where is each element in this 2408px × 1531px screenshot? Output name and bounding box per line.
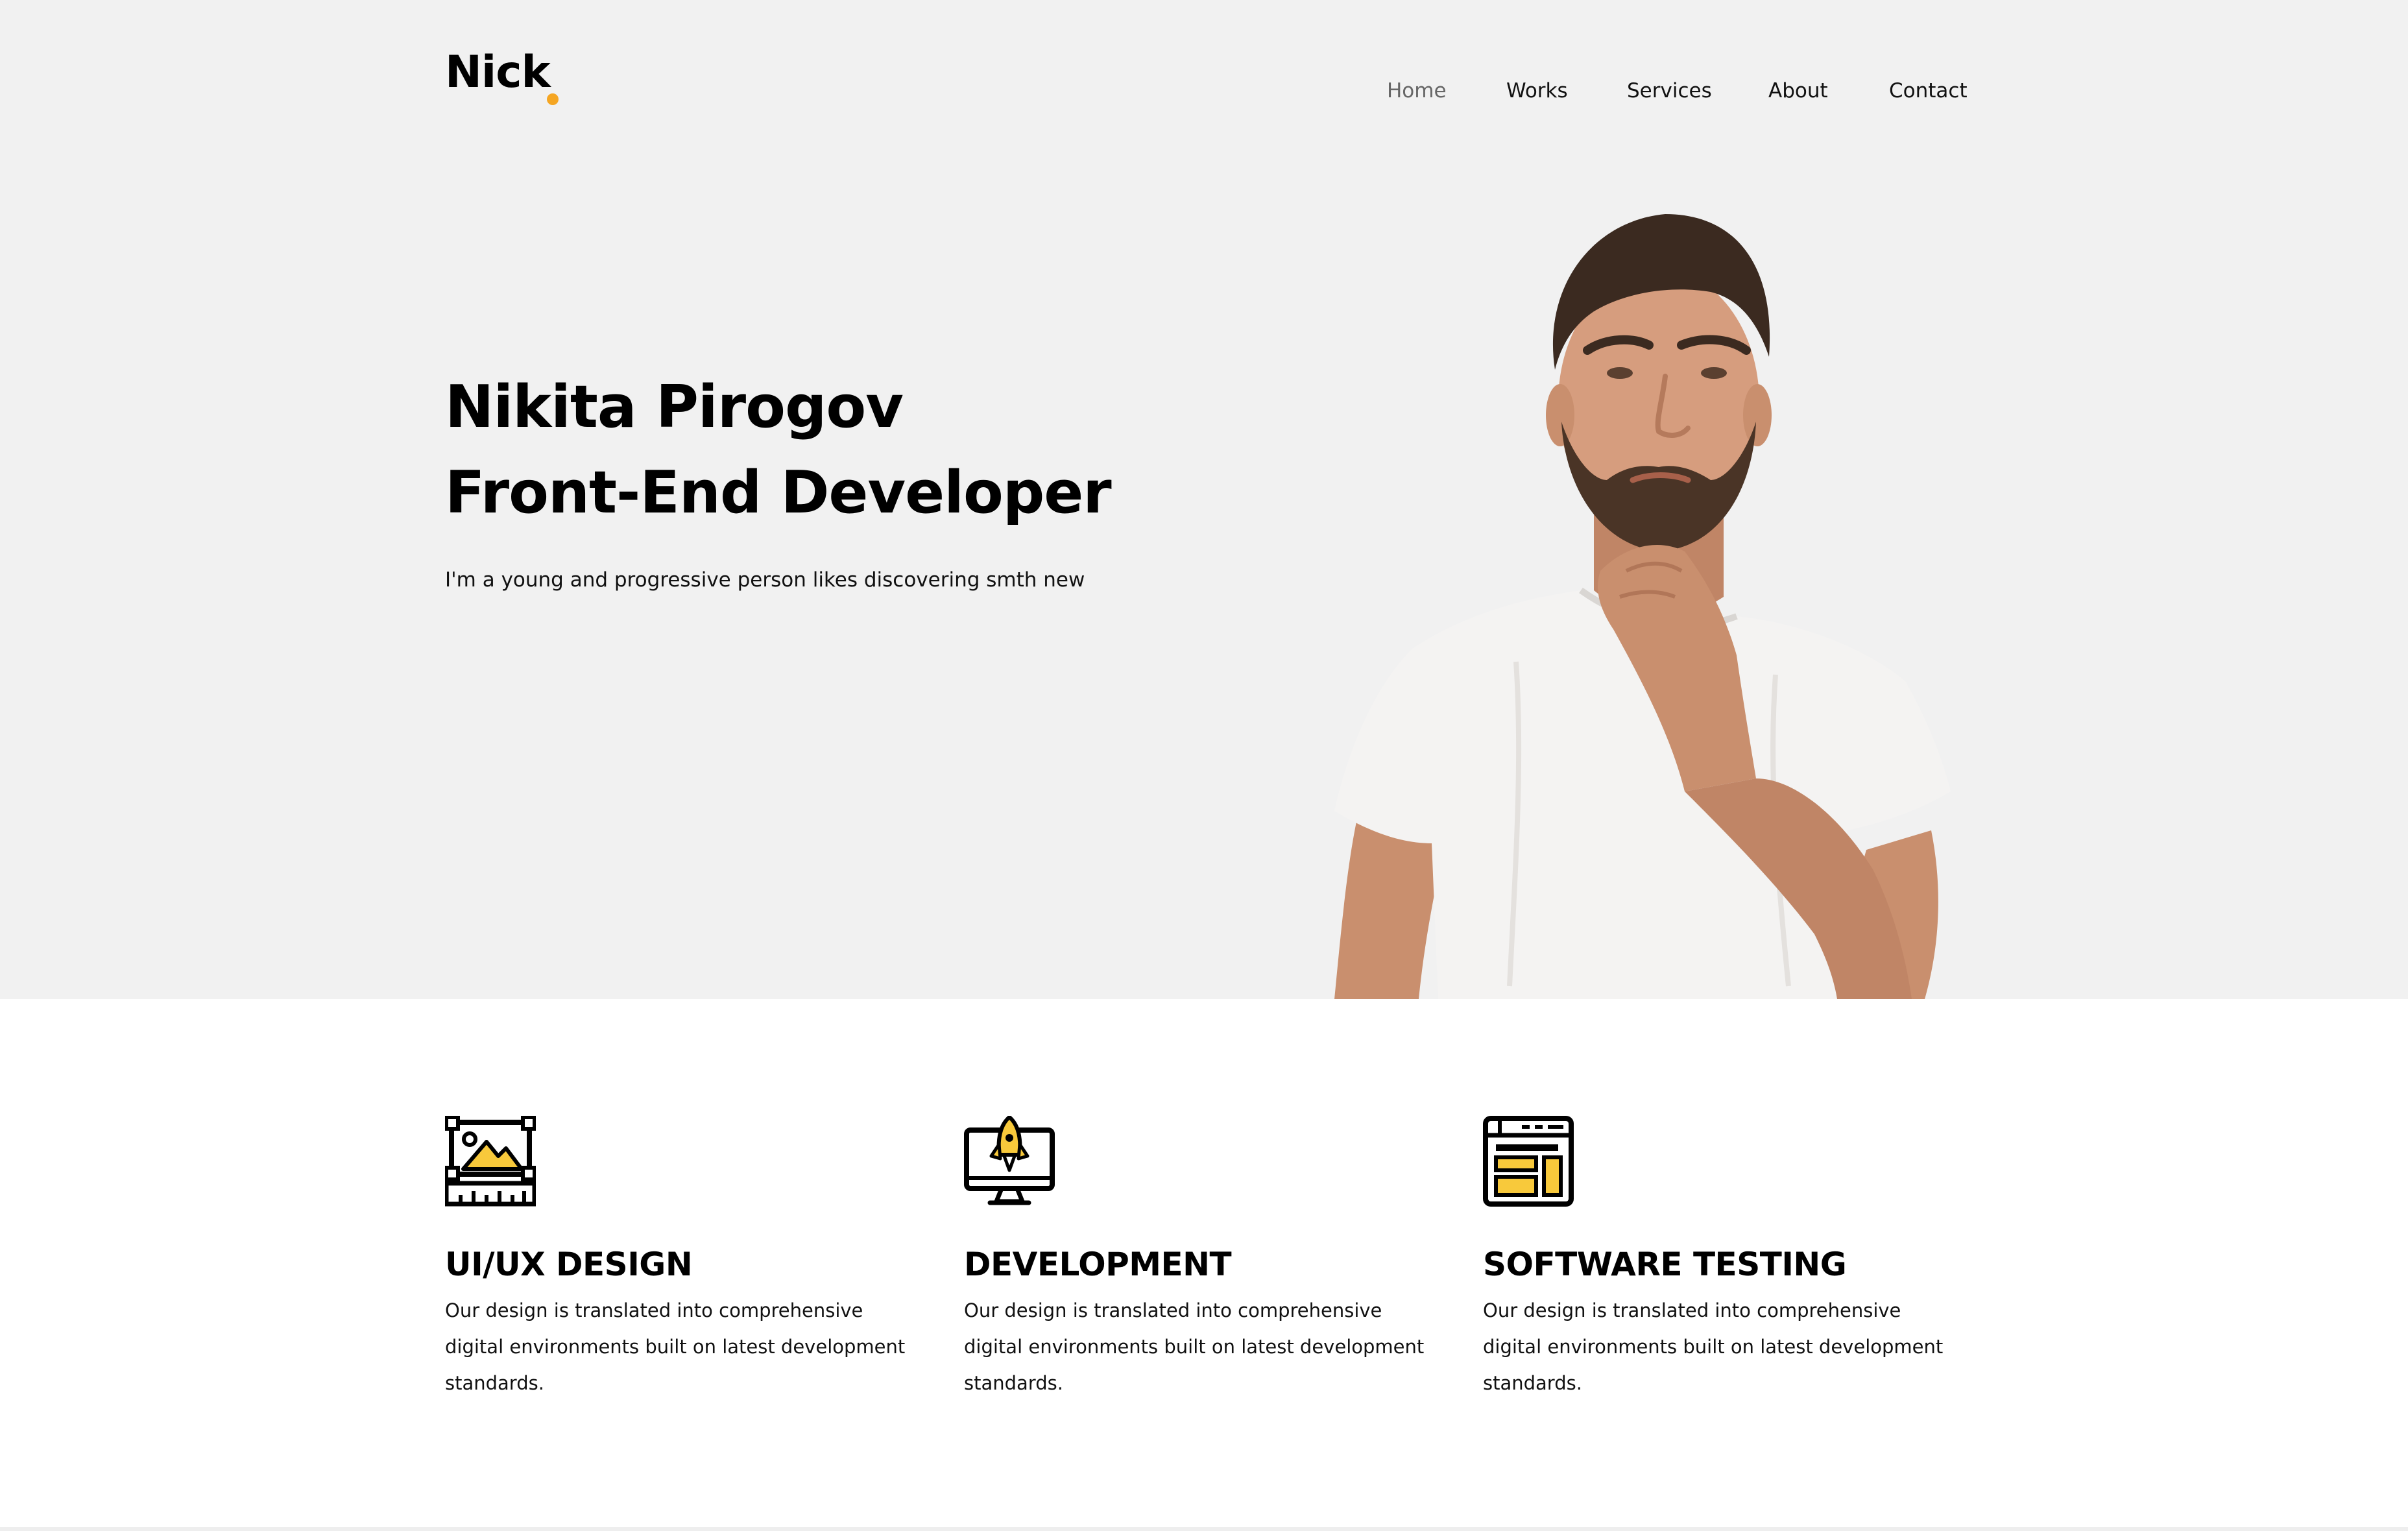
hero-role: Front-End Developer bbox=[445, 459, 1112, 527]
nav-home[interactable]: Home bbox=[1387, 77, 1447, 105]
service-title: UI/UX DESIGN bbox=[445, 1246, 693, 1283]
hero-heading: Nikita Pirogov Front-End Developer bbox=[445, 365, 1112, 536]
services-section: UI/UX DESIGN Our design is translated in… bbox=[0, 999, 2408, 1531]
hero-subtitle: I'm a young and progressive person likes… bbox=[445, 568, 1085, 592]
nav-services[interactable]: Services bbox=[1627, 77, 1712, 105]
section-divider bbox=[0, 1527, 2408, 1531]
design-frame-icon bbox=[445, 1116, 536, 1207]
service-title: SOFTWARE TESTING bbox=[1483, 1246, 1847, 1283]
nav-about[interactable]: About bbox=[1768, 77, 1828, 105]
hero-name: Nikita Pirogov bbox=[445, 373, 904, 441]
portrait-image bbox=[1334, 214, 1951, 999]
service-text: Our design is translated into comprehens… bbox=[1483, 1299, 1944, 1394]
hero-section: Nick Home Works Services About Contact N… bbox=[0, 0, 2408, 999]
service-text: Our design is translated into comprehens… bbox=[964, 1299, 1425, 1394]
service-title: DEVELOPMENT bbox=[964, 1246, 1232, 1283]
nav-works[interactable]: Works bbox=[1506, 77, 1568, 105]
main-nav: Home Works Services About Contact bbox=[0, 77, 2408, 105]
monitor-rocket-icon bbox=[964, 1116, 1055, 1205]
nav-contact[interactable]: Contact bbox=[1889, 77, 1968, 105]
browser-layout-icon bbox=[1483, 1116, 1574, 1207]
service-text: Our design is translated into comprehens… bbox=[445, 1299, 906, 1394]
